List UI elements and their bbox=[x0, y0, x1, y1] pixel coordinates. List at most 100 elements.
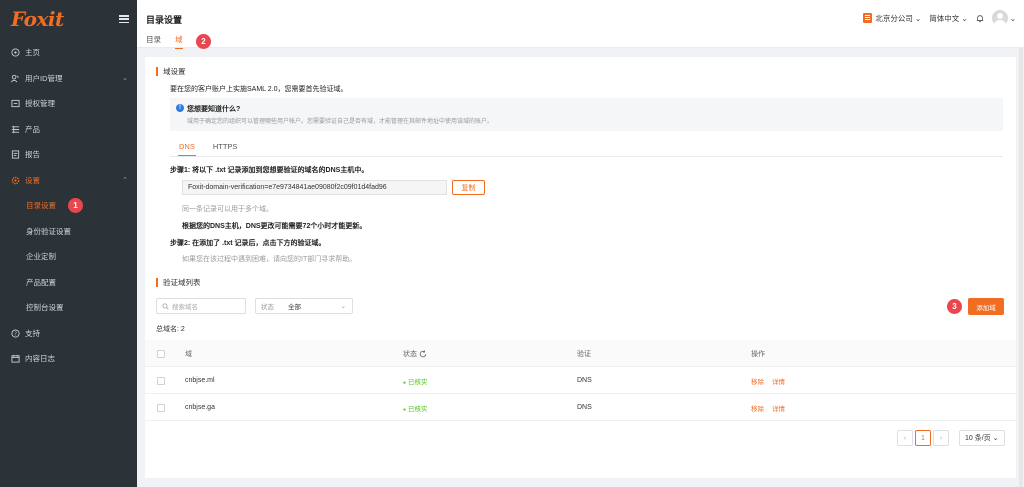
remove-link[interactable]: 移除 bbox=[751, 403, 764, 413]
step2-text: 步骤2: 在添加了 .txt 记录后，点击下方的验证域。 bbox=[170, 240, 326, 247]
tab-dns[interactable]: DNS bbox=[178, 142, 196, 156]
sidebar-sub-label: 控制台设置 bbox=[26, 303, 64, 313]
chevron-down-icon: ⌄ bbox=[340, 303, 346, 310]
col-actions: 操作 bbox=[751, 350, 765, 358]
product-icon bbox=[10, 124, 20, 134]
select-all-checkbox[interactable] bbox=[157, 349, 165, 358]
sidebar-item-license[interactable]: 授权管理 bbox=[0, 91, 137, 117]
total-domains: 总域名: 2 bbox=[156, 326, 185, 333]
org-label: 北京分公司 bbox=[875, 13, 913, 23]
sidebar: Foxit 主页 用户ID管理 ⌄ 授权管理 产品 报告 设置 ⌃ 目录设置 1… bbox=[0, 0, 137, 487]
domain-cell: cnbjse.ga bbox=[185, 404, 215, 411]
sidebar-item-report[interactable]: 报告 bbox=[0, 142, 137, 168]
next-page-button[interactable]: › bbox=[933, 430, 949, 446]
divider bbox=[170, 156, 1003, 157]
tab-directory[interactable]: 目录 bbox=[146, 34, 161, 49]
sidebar-sub-label: 身份验证设置 bbox=[26, 226, 71, 236]
verify-cell: DNS bbox=[577, 404, 592, 411]
top-header: 目录设置 目录 域 2 北京分公司 ⌄ 简体中文 ⌄ ⌄ bbox=[137, 0, 1024, 49]
search-placeholder: 搜索域名 bbox=[172, 304, 198, 311]
page-1-button[interactable]: 1 bbox=[915, 430, 931, 446]
row-checkbox[interactable] bbox=[157, 403, 165, 412]
sidebar-item-label: 支持 bbox=[25, 328, 40, 338]
domain-table: 域 状态 验证 操作 cnbjse.ml 已核实 DNS 移除详情 cnbjse… bbox=[145, 340, 1016, 421]
table-header: 域 状态 验证 操作 bbox=[145, 340, 1016, 367]
verify-cell: DNS bbox=[577, 377, 592, 384]
annotation-badge-2: 2 bbox=[196, 34, 211, 49]
copy-button[interactable]: 复制 bbox=[452, 180, 485, 195]
users-icon bbox=[10, 73, 20, 83]
note-dns-delay: 根据您的DNS主机，DNS更改可能需要72个小时才能更新。 bbox=[182, 223, 367, 230]
domain-cell: cnbjse.ml bbox=[185, 377, 215, 384]
license-icon bbox=[10, 99, 20, 109]
sidebar-item-settings[interactable]: 设置 ⌃ bbox=[0, 168, 137, 194]
sidebar-item-label: 内容日志 bbox=[25, 354, 55, 364]
annotation-badge-3: 3 bbox=[947, 299, 962, 314]
sidebar-sub-label: 企业定制 bbox=[26, 252, 56, 262]
sidebar-item-label: 设置 bbox=[25, 175, 40, 185]
sidebar-sub-console-settings[interactable]: 控制台设置 bbox=[0, 295, 137, 321]
table-row: cnbjse.ml 已核实 DNS 移除详情 bbox=[145, 367, 1016, 394]
logo-bar: Foxit bbox=[0, 0, 137, 38]
chevron-down-icon: ⌄ bbox=[122, 75, 128, 83]
pagination: ‹ 1 › 10 条/页 ⌄ bbox=[897, 430, 1005, 446]
header-right: 北京分公司 ⌄ 简体中文 ⌄ ⌄ bbox=[855, 10, 1016, 26]
info-body: 域用于确定您的组织可以管理哪些用户帐户。您需要验证自己是否有域，才能管理在其邮件… bbox=[187, 119, 494, 125]
info-box: ! 您想要知道什么? 域用于确定您的组织可以管理哪些用户帐户。您需要验证自己是否… bbox=[170, 98, 1003, 131]
sidebar-item-label: 用户ID管理 bbox=[25, 73, 63, 83]
sidebar-sub-product-config[interactable]: 产品配置 bbox=[0, 270, 137, 296]
page-title: 目录设置 bbox=[146, 15, 183, 25]
menu-toggle-icon[interactable] bbox=[119, 15, 129, 23]
status-badge: 已核实 bbox=[403, 403, 428, 413]
sidebar-item-label: 主页 bbox=[25, 48, 40, 58]
sidebar-item-product[interactable]: 产品 bbox=[0, 117, 137, 143]
search-input[interactable]: 搜索域名 bbox=[156, 298, 246, 314]
note-help: 如果您在该过程中遇到困难，请向您的IT部门寻求帮助。 bbox=[182, 256, 357, 263]
sidebar-sub-auth-settings[interactable]: 身份验证设置 bbox=[0, 219, 137, 245]
prev-page-button[interactable]: ‹ bbox=[897, 430, 913, 446]
sidebar-item-users[interactable]: 用户ID管理 ⌄ bbox=[0, 66, 137, 92]
tab-https[interactable]: HTTPS bbox=[212, 142, 239, 156]
home-icon bbox=[10, 48, 20, 58]
sidebar-sub-enterprise-custom[interactable]: 企业定制 bbox=[0, 244, 137, 270]
detail-link[interactable]: 详情 bbox=[772, 403, 785, 413]
sidebar-nav: 主页 用户ID管理 ⌄ 授权管理 产品 报告 设置 ⌃ 目录设置 1 身份验证设… bbox=[0, 40, 137, 372]
note-multi-domain: 同一条记录可以用于多个域。 bbox=[182, 206, 273, 213]
bell-icon[interactable] bbox=[976, 14, 984, 23]
col-status: 状态 bbox=[403, 340, 427, 367]
status-filter-label: 状态 bbox=[261, 304, 274, 311]
org-switcher[interactable]: 北京分公司 ⌄ bbox=[863, 13, 921, 24]
table-row: cnbjse.ga 已核实 DNS 移除详情 bbox=[145, 394, 1016, 421]
page-size-label: 10 条/页 bbox=[965, 435, 991, 442]
txt-record-field[interactable]: Foxit-domain-verification=e7e9734841ae09… bbox=[182, 180, 447, 195]
remove-link[interactable]: 移除 bbox=[751, 376, 764, 386]
sidebar-sub-label: 目录设置 bbox=[26, 201, 56, 211]
user-menu[interactable]: ⌄ bbox=[991, 10, 1016, 26]
page-scrollbar[interactable] bbox=[1019, 48, 1023, 487]
gear-icon bbox=[10, 175, 20, 185]
language-label: 简体中文 bbox=[929, 13, 960, 23]
sidebar-item-support[interactable]: ? 支持 bbox=[0, 321, 137, 347]
domain-settings-title: 域设置 bbox=[156, 67, 186, 76]
sidebar-sub-directory-settings[interactable]: 目录设置 1 bbox=[0, 193, 137, 219]
avatar bbox=[991, 10, 1008, 26]
col-verify: 验证 bbox=[577, 350, 591, 358]
refresh-icon[interactable] bbox=[419, 349, 427, 358]
row-checkbox[interactable] bbox=[157, 376, 165, 385]
verify-method-tabs: DNS HTTPS bbox=[170, 142, 246, 156]
language-switcher[interactable]: 简体中文 ⌄ bbox=[929, 13, 967, 24]
add-domain-button[interactable]: 添加域 bbox=[968, 298, 1004, 315]
detail-link[interactable]: 详情 bbox=[772, 376, 785, 386]
sidebar-item-home[interactable]: 主页 bbox=[0, 40, 137, 66]
sidebar-item-content-log[interactable]: 内容日志 bbox=[0, 346, 137, 372]
sidebar-item-label: 报告 bbox=[25, 150, 40, 160]
chevron-up-icon: ⌃ bbox=[122, 177, 128, 185]
sidebar-item-label: 产品 bbox=[25, 124, 40, 134]
status-filter-select[interactable]: 状态 全部 ⌄ bbox=[255, 298, 353, 314]
header-tabs: 目录 域 bbox=[146, 34, 197, 49]
sidebar-sub-label: 产品配置 bbox=[26, 277, 56, 287]
report-icon bbox=[10, 150, 20, 160]
tab-domain[interactable]: 域 bbox=[175, 34, 183, 49]
log-icon bbox=[10, 354, 20, 364]
page-size-select[interactable]: 10 条/页 ⌄ bbox=[959, 430, 1005, 446]
